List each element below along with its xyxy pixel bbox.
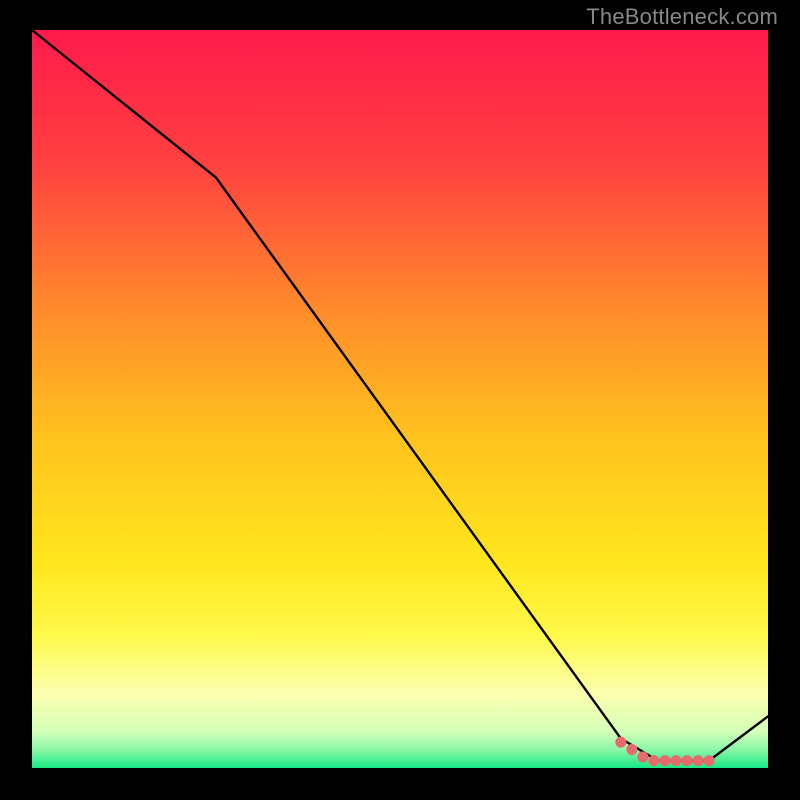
bottleneck-chart bbox=[0, 0, 800, 800]
marker-dot bbox=[615, 737, 626, 748]
marker-dot bbox=[626, 744, 637, 755]
marker-dot bbox=[682, 755, 693, 766]
marker-dot bbox=[637, 751, 648, 762]
marker-dot bbox=[704, 755, 715, 766]
watermark-text: TheBottleneck.com bbox=[586, 4, 778, 30]
plot-background bbox=[32, 30, 768, 768]
marker-dot bbox=[648, 755, 659, 766]
chart-container: TheBottleneck.com bbox=[0, 0, 800, 800]
marker-dot bbox=[671, 755, 682, 766]
marker-dot bbox=[659, 755, 670, 766]
marker-dot bbox=[693, 755, 704, 766]
